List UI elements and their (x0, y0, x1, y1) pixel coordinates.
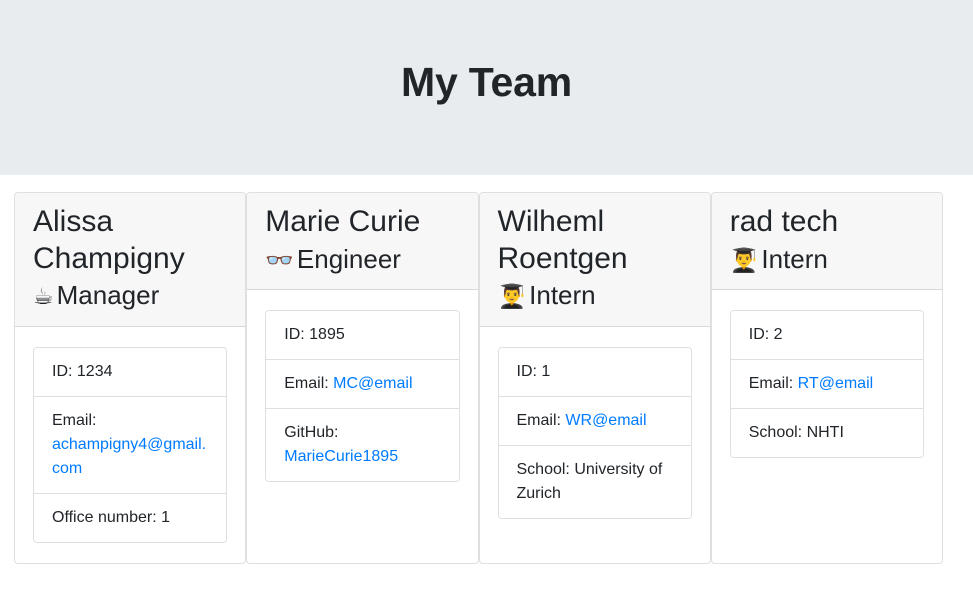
list-item: ID: 1234 (34, 347, 227, 397)
card-header: Wilheml Roentgen 👨‍🎓 Intern (479, 193, 710, 327)
member-name: Wilheml Roentgen (497, 205, 628, 275)
hot-beverage-emoji: ☕ (33, 284, 54, 311)
card-body: ID: 1 Email: WR@email School: University o… (480, 327, 710, 563)
member-role: Engineer (296, 243, 401, 274)
team-member-card: Wilheml Roentgen 👨‍🎓 Intern ID: 1 Email: WR@… (478, 192, 711, 564)
card-body: ID: 2 Email: RT@email School: NHTI (712, 290, 942, 563)
detail-value: 1 (541, 362, 551, 380)
list-item: School: University of Zurich (498, 445, 691, 518)
member-detail-list: ID: 2 Email: RT@email School: NHTI (729, 310, 924, 459)
graduate-emoji: 👨‍🎓 (497, 284, 527, 311)
detail-link[interactable]: RT@email (798, 375, 874, 392)
list-item: Email: RT@email (730, 360, 923, 410)
team-member-card: Alissa Champigny ☕ Manager ID: 1234 Email: a… (14, 192, 247, 564)
list-item: ID: 2 (730, 311, 923, 361)
detail-label: Email: (516, 411, 566, 429)
page-title: My Team (400, 59, 572, 105)
team-member-card: Marie Curie 👓 Engineer ID: 1895 Email: MC@em… (246, 192, 479, 564)
detail-value: 1234 (76, 362, 113, 380)
list-item: Email: achampigny4@gmail.com (34, 396, 227, 494)
graduate-emoji: 👨‍🎓 (729, 247, 759, 274)
detail-label: GitHub: (284, 424, 339, 442)
team-section: Alissa Champigny ☕ Manager ID: 1234 Email: a… (0, 175, 973, 564)
member-detail-list: ID: 1895 Email: MC@email GitHub: MarieCuri… (265, 310, 460, 483)
member-role-line: ☕ Manager (33, 279, 227, 312)
detail-label: ID: (52, 362, 77, 380)
detail-label: Email: (284, 375, 334, 393)
glasses-emoji: 👓 (265, 247, 294, 274)
card-body: ID: 1234 Email: achampigny4@gmail.com Offi… (15, 327, 245, 563)
list-item: School: NHTI (730, 409, 923, 458)
member-name: Alissa Champigny (33, 205, 185, 275)
team-card-deck: Alissa Champigny ☕ Manager ID: 1234 Email: a… (14, 192, 943, 564)
detail-label: Email: (52, 411, 97, 429)
member-role: Manager (56, 280, 160, 311)
detail-link[interactable]: MC@email (333, 375, 412, 392)
detail-label: School: (748, 424, 807, 442)
detail-link[interactable]: MarieCurie1895 (284, 448, 398, 465)
list-item: Email: WR@email (498, 396, 691, 446)
list-item: Email: MC@email (266, 360, 459, 410)
member-name: rad tech (729, 205, 839, 238)
member-role: Intern (529, 280, 596, 311)
card-header: Marie Curie 👓 Engineer (247, 193, 478, 291)
detail-value: 1895 (309, 326, 345, 344)
member-role: Intern (761, 243, 828, 274)
detail-label: Email: (748, 375, 798, 393)
detail-label: ID: (516, 362, 542, 380)
page-banner: My Team (0, 0, 973, 175)
detail-label: ID: (748, 326, 774, 344)
detail-label: School: (516, 460, 575, 478)
member-detail-list: ID: 1 Email: WR@email School: University o… (497, 346, 692, 519)
card-header: rad tech 👨‍🎓 Intern (711, 193, 942, 291)
member-name: Marie Curie (265, 205, 421, 238)
detail-label: Office number: (52, 508, 162, 526)
list-item: GitHub: MarieCurie1895 (266, 409, 459, 482)
card-header: Alissa Champigny ☕ Manager (15, 193, 246, 327)
card-body: ID: 1895 Email: MC@email GitHub: MarieCuri… (247, 290, 477, 563)
detail-label: ID: (284, 326, 310, 344)
list-item: ID: 1895 (266, 311, 459, 361)
page-root: My Team Alissa Champigny ☕ Manager ID: 1234… (0, 0, 973, 593)
team-member-card: rad tech 👨‍🎓 Intern ID: 2 Email: RT@email Sch… (710, 192, 943, 564)
member-detail-list: ID: 1234 Email: achampigny4@gmail.com Offi… (33, 346, 228, 543)
detail-value: NHTI (806, 424, 844, 442)
detail-link[interactable]: WR@email (565, 412, 646, 429)
detail-value: 1 (161, 508, 170, 526)
member-role-line: 👨‍🎓 Intern (498, 279, 692, 312)
detail-value: 2 (773, 326, 783, 344)
detail-link[interactable]: achampigny4@gmail.com (52, 436, 206, 477)
member-role-line: 👓 Engineer (265, 243, 459, 276)
list-item: Office number: 1 (34, 493, 227, 542)
member-role-line: 👨‍🎓 Intern (730, 243, 924, 276)
list-item: ID: 1 (498, 347, 691, 397)
